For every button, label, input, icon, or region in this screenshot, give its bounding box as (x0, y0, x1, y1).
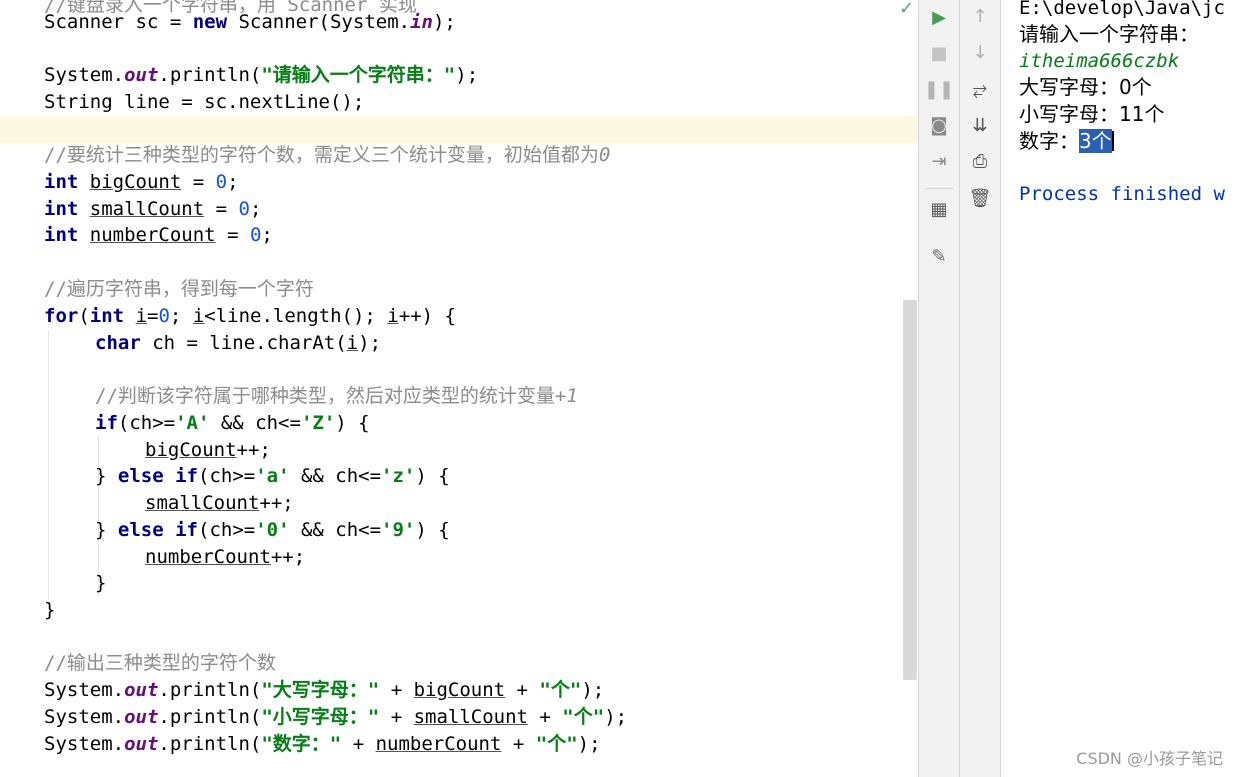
console-upper-count: 大写字母：0个 (1019, 75, 1152, 99)
code-line: System.out.println("大写字母：" + bigCount + … (44, 679, 605, 701)
code-comment: //要统计三种类型的字符个数，需定义三个统计变量，初始值都为0 (44, 144, 611, 166)
run-icon[interactable]: ▶ (919, 3, 959, 33)
code-line: String line = sc.nextLine(); (44, 91, 365, 113)
pin-icon[interactable]: ✎ (919, 242, 959, 272)
code-line: int smallCount = 0; (44, 198, 262, 220)
current-line-highlight (0, 116, 918, 143)
code-line: if(ch>='A' && ch<='Z') { (95, 412, 370, 434)
console-lower-count: 小写字母：11个 (1019, 102, 1165, 126)
code-line: char ch = line.charAt(i); (95, 332, 382, 354)
code-comment: //输出三种类型的字符个数 (44, 652, 276, 674)
run-toolbar: ▶ ■ ❚❚ ◙ ⇥ ▦ ✎ (918, 0, 960, 777)
code-line: smallCount++; (145, 492, 294, 514)
console-user-input: itheima666czbk (1019, 50, 1180, 72)
indent-guide (48, 330, 49, 600)
print-icon[interactable]: ⎙ (960, 147, 1000, 177)
code-line: System.out.println("请输入一个字符串："); (44, 64, 479, 86)
toolbar-divider (925, 188, 953, 189)
console-path: E:\develop\Java\jc (1019, 0, 1225, 19)
trash-icon[interactable]: 🗑 (960, 184, 1000, 214)
console-process-finished: Process finished w (1019, 183, 1225, 205)
code-line: } (95, 572, 107, 594)
code-line: numberCount++; (145, 546, 306, 568)
code-line: } else if(ch>='a' && ch<='z') { (95, 465, 450, 487)
code-comment: //判断该字符属于哪种类型，然后对应类型的统计变量+1 (95, 385, 578, 407)
code-line: System.out.println("小写字母：" + smallCount … (44, 706, 628, 728)
code-line: Scanner sc = new Scanner(System.in); (44, 11, 456, 33)
code-line: for(int i=0; i<line.length(); i++) { (44, 305, 456, 327)
arrow-down-icon[interactable]: ↓ (960, 38, 1000, 68)
text-cursor (1111, 131, 1114, 151)
code-editor[interactable]: //键盘录入一个字符串，用 Scanner 实现 Scanner sc = ne… (0, 0, 918, 777)
stop-icon[interactable]: ■ (919, 39, 959, 69)
camera-icon[interactable]: ◙ (919, 111, 959, 141)
console-prompt: 请输入一个字符串： (1019, 22, 1199, 46)
code-line: int numberCount = 0; (44, 224, 273, 246)
console-digit-count: 数字：3个 (1019, 129, 1114, 153)
scroll-to-end-icon[interactable]: ⇊ (960, 111, 1000, 141)
code-line: bigCount++; (145, 439, 271, 461)
console-side-toolbar: ↑ ↓ ⥂ ⇊ ⎙ 🗑 (960, 0, 1001, 777)
watermark: CSDN @小孩子笔记 (1076, 749, 1223, 768)
arrow-up-icon[interactable]: ↑ (960, 2, 1000, 32)
editor-scrollbar[interactable] (903, 300, 917, 680)
layout-icon[interactable]: ▦ (919, 195, 959, 225)
code-line: } (44, 599, 56, 621)
run-console[interactable]: E:\develop\Java\jc 请输入一个字符串： itheima666c… (1001, 0, 1239, 777)
login-icon[interactable]: ⇥ (919, 147, 959, 177)
soft-wrap-icon[interactable]: ⥂ (960, 75, 1000, 105)
selected-text[interactable]: 3个 (1079, 129, 1112, 153)
code-comment: //遍历字符串，得到每一个字符 (44, 278, 314, 300)
code-line: int bigCount = 0; (44, 171, 239, 193)
checkmark-icon: ✓ (899, 0, 915, 19)
code-line: } else if(ch>='0' && ch<='9') { (95, 519, 450, 541)
code-line: System.out.println("数字：" + numberCount +… (44, 733, 601, 755)
pause-icon[interactable]: ❚❚ (919, 75, 959, 105)
